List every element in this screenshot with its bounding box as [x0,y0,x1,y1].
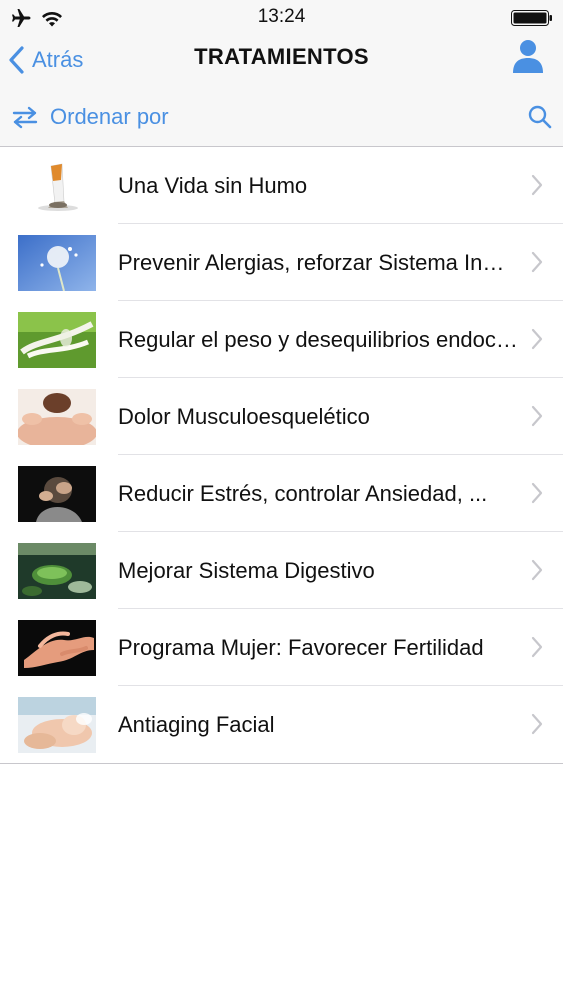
chevron-right-icon [531,251,543,273]
status-time: 13:24 [257,6,306,27]
chevron-right-icon [531,482,543,504]
list-item-label: Antiaging Facial [118,712,275,737]
facial-treatment-photo [18,697,96,753]
list-item-label: Programa Mujer: Favorecer Fertilidad [118,635,484,660]
list-item[interactable]: Regular el peso y desequilibrios endocri… [0,301,563,378]
green-tea-photo [18,543,96,599]
chevron-right-icon [531,328,543,350]
sort-toolbar: Ordenar por [0,86,563,147]
chevron-right-icon [531,636,543,658]
person-icon[interactable] [511,38,545,74]
list-item[interactable]: Prevenir Alergias, reforzar Sistema Inmu… [0,224,563,301]
list-item-label: Reducir Estrés, controlar Ansiedad, ... [118,481,488,506]
list-item-label: Mejorar Sistema Digestivo [118,558,375,583]
status-bar: 13:24 [0,0,563,34]
list-item[interactable]: Antiaging Facial [0,686,563,763]
screen: 13:24 Atrás TRATAMIENTOS Ordenar por Una… [0,0,563,1000]
search-icon[interactable] [527,104,553,130]
navigation-bar: Atrás TRATAMIENTOS [0,34,563,86]
sort-button[interactable]: Ordenar por [10,100,169,134]
swap-arrows-icon [12,106,38,129]
stressed-person-photo [18,466,96,522]
chevron-right-icon [531,405,543,427]
list-item-label: Dolor Musculoesquelético [118,404,370,429]
list-item[interactable]: Mejorar Sistema Digestivo [0,532,563,609]
list-item[interactable]: Dolor Musculoesquelético [0,378,563,455]
list-item-label: Prevenir Alergias, reforzar Sistema Inmu… [118,250,522,275]
list-item[interactable]: Reducir Estrés, controlar Ansiedad, ... [0,455,563,532]
list-item[interactable]: Programa Mujer: Favorecer Fertilidad [0,609,563,686]
sort-button-label: Ordenar por [50,104,169,129]
dandelion-photo [18,235,96,291]
page-title: TRATAMIENTOS [194,44,369,69]
list-item-label: Una Vida sin Humo [118,173,308,198]
measuring-tape-photo [18,312,96,368]
chevron-right-icon [531,174,543,196]
hands-photo [18,620,96,676]
back-massage-photo [18,389,96,445]
treatment-list: Una Vida sin Humo Prevenir Alergias, ref… [0,147,563,764]
chevron-right-icon [531,559,543,581]
cigarette-photo [18,158,96,214]
battery-icon [511,10,552,26]
chevron-right-icon [531,713,543,735]
list-item[interactable]: Una Vida sin Humo [0,147,563,224]
list-item-label: Regular el peso y desequilibrios endocri… [118,327,522,352]
